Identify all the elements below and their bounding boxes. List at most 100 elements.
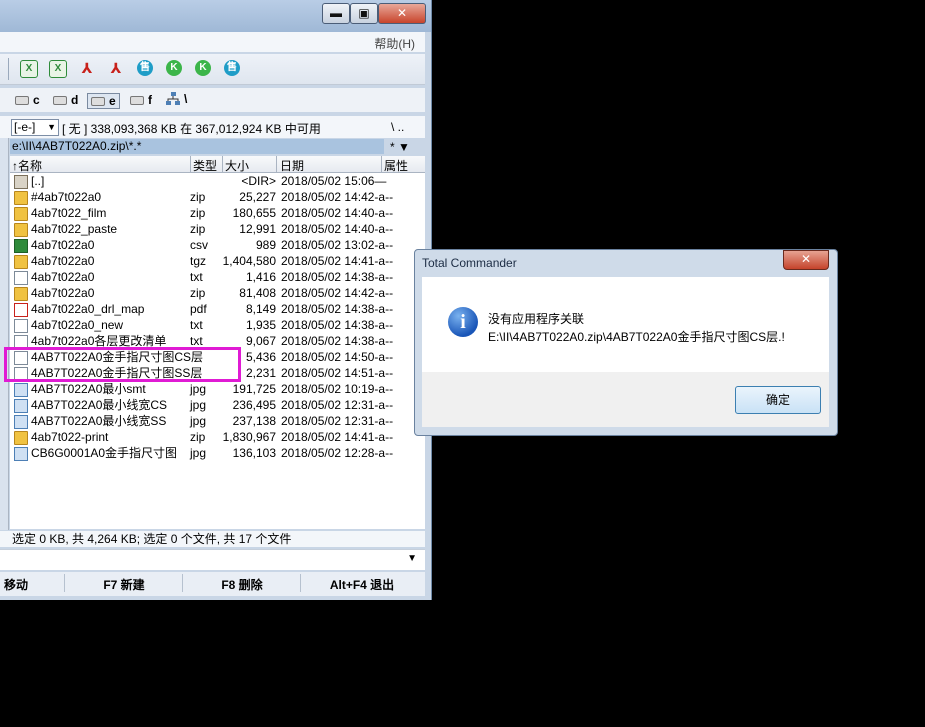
column-attr[interactable]: 属性	[384, 157, 408, 174]
file-type: zip	[190, 222, 206, 236]
file-name: CB6G0001A0金手指尺寸图	[31, 446, 178, 460]
file-name: 4ab7t022a0	[31, 254, 95, 268]
file-name: 4ab7t022a0_new	[31, 318, 124, 332]
file-size: 236,495	[232, 398, 276, 412]
chevron-down-icon[interactable]: ▼	[407, 553, 417, 564]
pdf-icon[interactable]: ⅄	[79, 60, 95, 76]
file-type: zip	[190, 430, 206, 444]
archive-icon	[14, 207, 28, 221]
drive-label: c	[33, 93, 40, 107]
close-button[interactable]: ✕	[378, 3, 426, 24]
file-name: 4ab7t022a0_drl_map	[31, 302, 145, 316]
file-size: 180,655	[232, 206, 276, 220]
status-text: 选定 0 KB, 共 4,264 KB; 选定 0 个文件, 共 17 个文件	[12, 532, 292, 546]
root-backslash[interactable]: \	[184, 92, 187, 106]
file-size: 191,725	[232, 382, 276, 396]
file-row[interactable]: [..] <DIR> 2018/05/02 15:06—	[10, 173, 425, 189]
file-date-attr: 2018/05/02 12:31-a--	[281, 398, 394, 412]
file-name: 4AB7T022A0最小smt	[31, 382, 146, 396]
drive-e-button[interactable]: e	[87, 93, 120, 109]
image-file-icon	[14, 383, 28, 397]
excel-icon[interactable]: X	[49, 60, 67, 78]
file-date-attr: 2018/05/02 15:06—	[281, 174, 387, 188]
file-row[interactable]: 4AB7T022A0最小线宽CS jpg 236,495 2018/05/02 12:…	[10, 397, 425, 413]
file-row[interactable]: 4ab7t022_paste zip 12,991 2018/05/02 14:40-…	[10, 221, 425, 237]
file-row[interactable]: 4ab7t022a0 csv 989 2018/05/02 13:02-a--	[10, 237, 425, 253]
image-file-icon	[14, 399, 28, 413]
file-row[interactable]: 4ab7t022a0_drl_map pdf 8,149 2018/05/02 14:…	[10, 301, 425, 317]
column-separator[interactable]	[190, 156, 191, 172]
file-row[interactable]: #4ab7t022a0 zip 25,227 2018/05/02 14:42-a--	[10, 189, 425, 205]
maximize-button[interactable]: ▣	[350, 3, 378, 24]
file-name: 4AB7T022A0最小线宽SS	[31, 414, 167, 428]
file-row[interactable]: 4AB7T022A0最小smt jpg 191,725 2018/05/02 10:1…	[10, 381, 425, 397]
file-row[interactable]: 4ab7t022a0 tgz 1,404,580 2018/05/02 14:41-a…	[10, 253, 425, 269]
network-icon[interactable]	[166, 92, 180, 106]
dialog-body: i 没有应用程序关联 E:\II\4AB7T022A0.zip\4AB7T022…	[422, 277, 829, 372]
highlight-box	[4, 347, 241, 382]
drive-select[interactable]: [-e-] ▼	[11, 119, 59, 136]
archive-icon	[14, 431, 28, 445]
drive-f-button[interactable]: f	[127, 93, 155, 107]
teal-app-icon[interactable]: 售	[137, 60, 153, 76]
column-separator[interactable]	[222, 156, 223, 172]
title-bar[interactable]: ▬ ▣ ✕	[0, 0, 431, 32]
f8-delete-button[interactable]: F8 删除	[184, 576, 300, 593]
file-row[interactable]: 4ab7t022a0 txt 1,416 2018/05/02 14:38-a--	[10, 269, 425, 285]
file-row[interactable]: 4ab7t022a0_new txt 1,935 2018/05/02 14:38-a…	[10, 317, 425, 333]
command-line[interactable]: ▼	[0, 549, 425, 570]
column-separator[interactable]	[276, 156, 277, 172]
file-row[interactable]: 4ab7t022a0 zip 81,408 2018/05/02 14:42-a--	[10, 285, 425, 301]
file-type: jpg	[190, 446, 207, 460]
file-type: csv	[190, 238, 208, 252]
f6-move-button[interactable]: 移动	[4, 576, 28, 593]
f7-new-button[interactable]: F7 新建	[66, 576, 182, 593]
file-type: txt	[190, 318, 203, 332]
path-bar[interactable]: e:\II\4AB7T022A0.zip\*.*	[10, 139, 384, 154]
text-file-icon	[14, 271, 28, 285]
column-date[interactable]: 日期	[280, 157, 304, 174]
column-size[interactable]: 大小	[225, 157, 249, 174]
column-name[interactable]: ↑名称	[12, 157, 42, 174]
file-row[interactable]: 4ab7t022-print zip 1,830,967 2018/05/02 14:…	[10, 429, 425, 445]
file-date-attr: 2018/05/02 12:31-a--	[281, 414, 394, 428]
image-file-icon	[14, 415, 28, 429]
parent-dir-buttons[interactable]: \ ..	[391, 120, 404, 134]
file-date-attr: 2018/05/02 14:42-a--	[281, 286, 394, 300]
drive-d-button[interactable]: d	[50, 93, 81, 107]
file-row[interactable]: 4AB7T022A0最小线宽SS jpg 237,138 2018/05/02 12:…	[10, 413, 425, 429]
file-type: jpg	[190, 382, 207, 396]
dialog-message-line1: 没有应用程序关联	[488, 312, 585, 326]
minimize-button[interactable]: ▬	[322, 3, 350, 24]
ok-button[interactable]: 确定	[735, 386, 821, 414]
drive-info-text: [ 无 ] 338,093,368 KB 在 367,012,924 KB 中可…	[62, 122, 321, 136]
teal-app-icon[interactable]: 售	[224, 60, 240, 76]
file-size: 237,138	[232, 414, 276, 428]
file-row[interactable]: 4ab7t022_film zip 180,655 2018/05/02 14:40-…	[10, 205, 425, 221]
pdf-file-icon	[14, 303, 28, 317]
drive-select-value: [-e-]	[14, 120, 36, 134]
left-panel-edge	[0, 138, 9, 530]
file-name: 4ab7t022a0	[31, 286, 95, 300]
menu-help[interactable]: 帮助(H)	[374, 35, 415, 52]
altf4-exit-button[interactable]: Alt+F4 退出	[302, 576, 422, 593]
excel-icon[interactable]: X	[20, 60, 38, 78]
column-separator[interactable]	[381, 156, 382, 172]
green-k-icon[interactable]: K	[166, 60, 182, 76]
file-row[interactable]: CB6G0001A0金手指尺寸图 jpg 136,103 2018/05/02 12:…	[10, 445, 425, 461]
image-file-icon	[14, 447, 28, 461]
drive-label: e	[109, 94, 116, 108]
pdf-icon[interactable]: ⅄	[108, 60, 124, 76]
file-type: zip	[190, 206, 206, 220]
file-size: 81,408	[239, 286, 276, 300]
disk-icon	[15, 96, 29, 106]
file-size: 1,830,967	[222, 430, 276, 444]
file-name: 4ab7t022-print	[31, 430, 109, 444]
green-k-icon[interactable]: K	[195, 60, 211, 76]
file-type: jpg	[190, 398, 207, 412]
dialog-close-button[interactable]: ✕	[783, 250, 829, 270]
archive-icon	[14, 223, 28, 237]
column-type[interactable]: 类型	[193, 157, 217, 174]
drive-c-button[interactable]: c	[12, 93, 43, 107]
path-filter-button[interactable]: * ▼	[390, 140, 410, 154]
